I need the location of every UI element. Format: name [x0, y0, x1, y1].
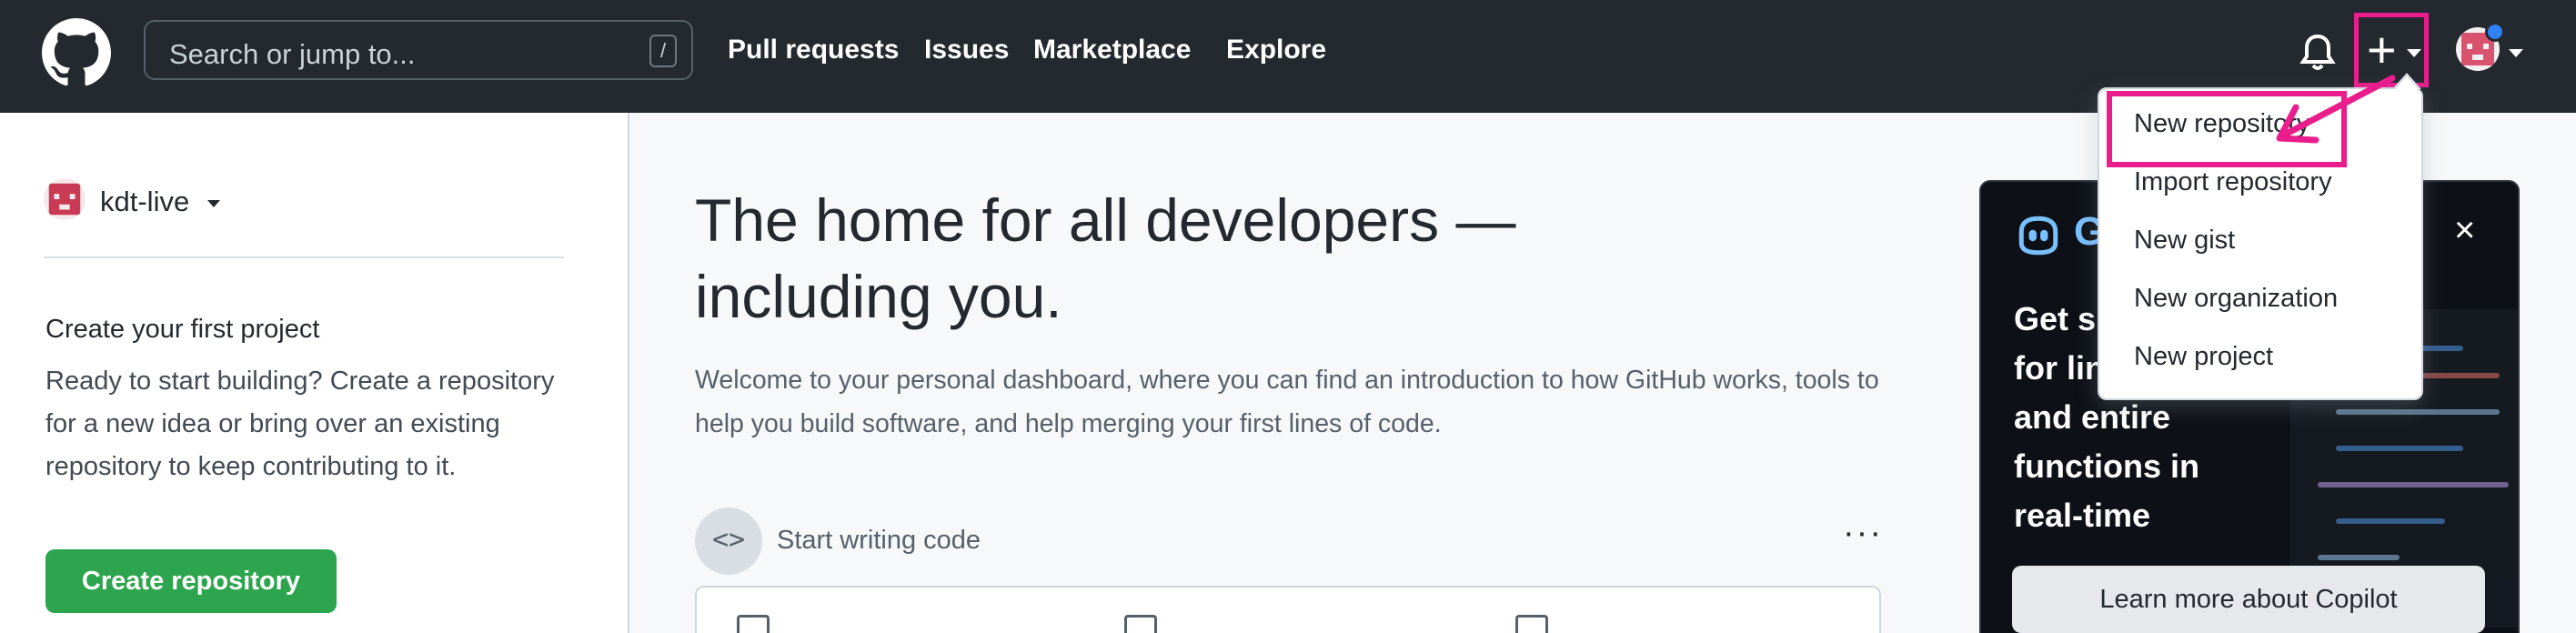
learn-more-copilot-button[interactable]: Learn more about Copilot: [2012, 566, 2485, 633]
project-description: Ready to start building? Create a reposi…: [45, 367, 555, 481]
code-icon: <>: [711, 524, 746, 556]
context-switcher[interactable]: kdt-live: [100, 186, 189, 218]
menu-item-new-project[interactable]: New project: [2134, 342, 2273, 372]
page-subtitle: Welcome to your personal dashboard, wher…: [695, 366, 1879, 438]
copilot-icon: [2018, 216, 2058, 256]
search-input[interactable]: Search or jump to... /: [144, 20, 693, 80]
create-repository-button[interactable]: Create repository: [45, 549, 337, 613]
card-icon: [737, 615, 770, 633]
start-writing-code-label: Start writing code: [777, 526, 981, 555]
menu-item-import-repository[interactable]: Import repository: [2134, 167, 2332, 197]
code-line: [2336, 518, 2445, 524]
chevron-down-icon: [2509, 49, 2523, 57]
left-sidebar: kdt-live Create your first project Ready…: [0, 113, 629, 633]
close-icon[interactable]: ×: [2454, 207, 2475, 253]
page-title: The home for all developers — including …: [695, 186, 1516, 330]
github-logo-icon[interactable]: [42, 18, 111, 87]
start-code-card: [695, 586, 1881, 633]
headline-line: real-time: [2014, 497, 2151, 534]
kebab-icon[interactable]: ···: [1841, 516, 1885, 551]
nav-explore[interactable]: Explore: [1226, 35, 1326, 65]
code-line: [2336, 409, 2500, 415]
code-line: [2318, 482, 2509, 487]
card-icon: [1124, 615, 1157, 633]
menu-item-new-organization[interactable]: New organization: [2134, 284, 2338, 314]
nav-pull-requests[interactable]: Pull requests: [728, 35, 899, 65]
status-dot: [2485, 22, 2505, 42]
project-title: Create your first project: [45, 315, 320, 344]
chevron-down-icon[interactable]: [207, 200, 220, 207]
divider: [44, 256, 564, 258]
identicon-icon: [48, 183, 81, 216]
annotation-arrow-icon: [2276, 75, 2396, 144]
nav-issues[interactable]: Issues: [924, 35, 1009, 65]
search-placeholder: Search or jump to...: [169, 38, 416, 70]
headline-line: and entire: [2014, 398, 2171, 436]
nav-marketplace[interactable]: Marketplace: [1033, 35, 1191, 65]
card-icon: [1515, 615, 1548, 633]
code-line: [2318, 555, 2400, 560]
search-shortcut-key: /: [649, 35, 677, 67]
avatar[interactable]: [44, 178, 86, 220]
chevron-down-icon: [2407, 49, 2421, 57]
menu-item-new-gist[interactable]: New gist: [2134, 226, 2235, 256]
code-line: [2336, 446, 2463, 451]
headline-line: functions in: [2014, 447, 2199, 485]
